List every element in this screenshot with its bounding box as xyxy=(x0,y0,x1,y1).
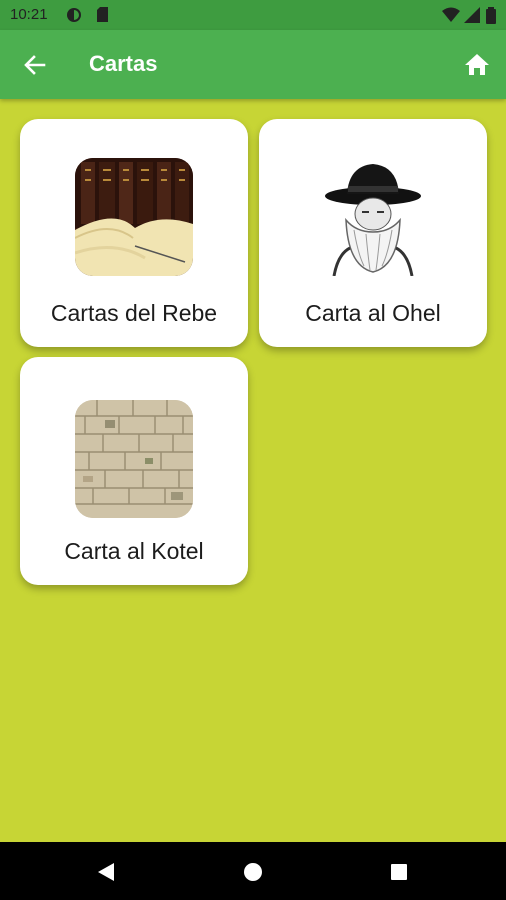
card-label: Carta al Ohel xyxy=(305,300,441,326)
status-bar: 10:21 xyxy=(0,0,506,30)
wall-stones-image xyxy=(75,400,193,518)
nav-recents-button[interactable] xyxy=(390,863,408,881)
data-saver-icon xyxy=(67,8,81,22)
home-icon xyxy=(465,54,489,75)
card-label: Cartas del Rebe xyxy=(50,300,218,326)
triangle-back-icon xyxy=(98,863,114,881)
card-label: Carta al Kotel xyxy=(64,538,204,564)
signal-icon xyxy=(464,7,480,23)
nav-back-button[interactable] xyxy=(96,862,116,882)
card-carta-al-ohel[interactable]: Carta al Ohel xyxy=(259,119,487,347)
square-recents-icon xyxy=(391,864,407,880)
arrow-left-icon xyxy=(24,55,46,75)
sim-card-icon xyxy=(97,7,108,22)
system-nav-bar xyxy=(0,842,506,900)
back-button[interactable] xyxy=(22,52,48,78)
home-button[interactable] xyxy=(464,52,490,78)
wifi-icon xyxy=(442,7,460,22)
page-title: Cartas xyxy=(89,51,158,76)
nav-home-button[interactable] xyxy=(243,862,263,882)
card-cartas-del-rebe[interactable]: Cartas del Rebe xyxy=(20,119,248,347)
rabbi-portrait-image xyxy=(314,158,432,276)
circle-home-icon xyxy=(244,863,262,881)
books-image xyxy=(75,158,193,276)
app-bar: Cartas xyxy=(0,30,506,99)
card-carta-al-kotel[interactable]: Carta al Kotel xyxy=(20,357,248,585)
battery-icon xyxy=(486,7,496,24)
status-time: 10:21 xyxy=(10,6,48,23)
